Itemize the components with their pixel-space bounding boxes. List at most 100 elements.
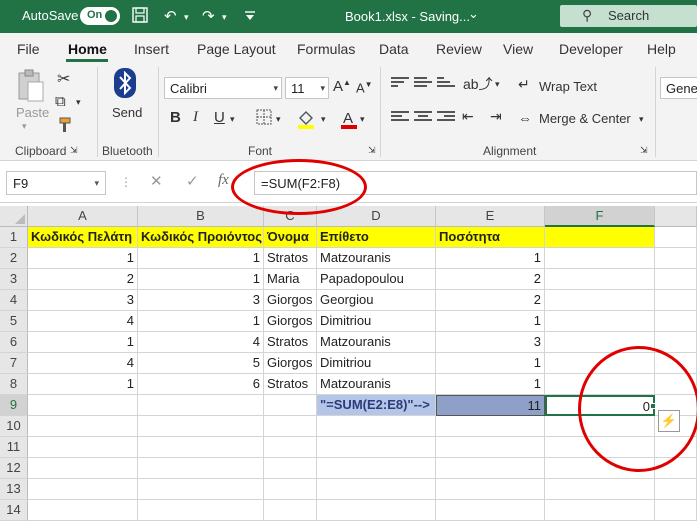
paste-icon[interactable]	[16, 69, 46, 106]
cell-b3[interactable]: 1	[138, 269, 264, 290]
cell-b8[interactable]: 6	[138, 374, 264, 395]
cell-c2[interactable]: Stratos	[264, 248, 317, 269]
merge-dropdown-icon[interactable]: ▾	[639, 114, 644, 125]
cell-d11[interactable]	[317, 437, 436, 458]
cell-g13[interactable]	[655, 479, 697, 500]
cell-g14[interactable]	[655, 500, 697, 521]
wrap-text-icon[interactable]: ↵	[518, 76, 530, 93]
cell-a13[interactable]	[28, 479, 138, 500]
undo-icon[interactable]: ↶	[164, 7, 177, 25]
cell-c13[interactable]	[264, 479, 317, 500]
font-color-dropdown-icon[interactable]: ▾	[360, 114, 365, 125]
row-header-12[interactable]: 12	[0, 458, 28, 479]
italic-button[interactable]: I	[193, 109, 198, 126]
cell-f13[interactable]	[545, 479, 655, 500]
column-header-f[interactable]: F	[545, 206, 655, 227]
copy-icon[interactable]: ⧉	[55, 93, 66, 110]
cell-e12[interactable]	[436, 458, 545, 479]
cell-c7[interactable]: Giorgos	[264, 353, 317, 374]
cell-b2[interactable]: 1	[138, 248, 264, 269]
wrap-text-button[interactable]: Wrap Text	[539, 79, 597, 94]
row-header-8[interactable]: 8	[0, 374, 28, 395]
cell-b6[interactable]: 4	[138, 332, 264, 353]
cell-a9[interactable]	[28, 395, 138, 416]
cell-e6[interactable]: 3	[436, 332, 545, 353]
paste-dropdown-icon[interactable]: ▾	[22, 121, 27, 132]
enter-icon[interactable]: ✓	[186, 172, 199, 190]
cell-c4[interactable]: Giorgos	[264, 290, 317, 311]
clipboard-launcher-icon[interactable]: ⇲	[70, 145, 78, 156]
cell-d4[interactable]: Georgiou	[317, 290, 436, 311]
cell-f5[interactable]	[545, 311, 655, 332]
cell-b4[interactable]: 3	[138, 290, 264, 311]
cut-icon[interactable]: ✂	[57, 69, 70, 89]
orientation-icon[interactable]: ab⤴	[463, 74, 493, 94]
row-header-9[interactable]: 9	[0, 395, 28, 416]
cell-c11[interactable]	[264, 437, 317, 458]
tab-home[interactable]: Home	[68, 41, 107, 57]
row-header-11[interactable]: 11	[0, 437, 28, 458]
insert-function-icon[interactable]: fx	[218, 172, 229, 189]
row-header-10[interactable]: 10	[0, 416, 28, 437]
cell-b5[interactable]: 1	[138, 311, 264, 332]
tab-review[interactable]: Review	[436, 41, 482, 57]
cancel-icon[interactable]: ✕	[150, 172, 163, 190]
cell-c8[interactable]: Stratos	[264, 374, 317, 395]
top-align-icon[interactable]	[391, 77, 409, 91]
splitter-icon[interactable]: ⋮	[120, 175, 132, 189]
row-header-13[interactable]: 13	[0, 479, 28, 500]
cell-a5[interactable]: 4	[28, 311, 138, 332]
cell-b10[interactable]	[138, 416, 264, 437]
cell-d7[interactable]: Dimitriou	[317, 353, 436, 374]
font-color-icon[interactable]: A	[340, 109, 358, 133]
cell-c10[interactable]	[264, 416, 317, 437]
cell-d13[interactable]	[317, 479, 436, 500]
cell-b7[interactable]: 5	[138, 353, 264, 374]
orientation-dropdown-icon[interactable]: ▾	[495, 79, 500, 90]
number-format-select[interactable]: Gener	[660, 77, 697, 99]
cell-d9[interactable]: "=SUM(E2:E8)"-->	[317, 395, 436, 416]
underline-dropdown-icon[interactable]: ▾	[230, 114, 235, 125]
cell-g1[interactable]	[655, 227, 697, 248]
select-all-corner[interactable]	[0, 206, 28, 227]
cell-e4[interactable]: 2	[436, 290, 545, 311]
bluetooth-icon[interactable]	[114, 68, 136, 101]
row-header-6[interactable]: 6	[0, 332, 28, 353]
name-box[interactable]: F9 ▾	[6, 171, 106, 195]
cell-c14[interactable]	[264, 500, 317, 521]
row-header-3[interactable]: 3	[0, 269, 28, 290]
save-icon[interactable]	[132, 7, 148, 27]
undo-dropdown-icon[interactable]: ▾	[184, 12, 189, 23]
cell-d10[interactable]	[317, 416, 436, 437]
borders-dropdown-icon[interactable]: ▾	[276, 114, 281, 125]
paste-label[interactable]: Paste	[16, 105, 49, 120]
decrease-indent-icon[interactable]: ⇤	[462, 108, 474, 125]
cell-e11[interactable]	[436, 437, 545, 458]
alignment-launcher-icon[interactable]: ⇲	[640, 145, 648, 156]
redo-dropdown-icon[interactable]: ▾	[222, 12, 227, 23]
chevron-down-icon[interactable]: ⌄	[468, 6, 479, 22]
cell-e13[interactable]	[436, 479, 545, 500]
font-launcher-icon[interactable]: ⇲	[368, 145, 376, 156]
cell-b9[interactable]	[138, 395, 264, 416]
search-box[interactable]: ⚲ Search	[560, 5, 697, 27]
tab-file[interactable]: File	[17, 41, 40, 57]
merge-center-icon[interactable]: ⇔	[518, 110, 532, 126]
column-header-e[interactable]: E	[436, 206, 545, 227]
merge-center-button[interactable]: Merge & Center	[539, 111, 631, 126]
cell-d2[interactable]: Matzouranis	[317, 248, 436, 269]
cell-f14[interactable]	[545, 500, 655, 521]
tab-data[interactable]: Data	[379, 41, 409, 57]
cell-e1[interactable]: Ποσότητα	[436, 227, 545, 248]
column-header-a[interactable]: A	[28, 206, 138, 227]
align-left-icon[interactable]	[391, 111, 409, 125]
row-header-2[interactable]: 2	[0, 248, 28, 269]
cell-g5[interactable]	[655, 311, 697, 332]
customize-toolbar-icon[interactable]	[244, 9, 256, 26]
cell-a4[interactable]: 3	[28, 290, 138, 311]
cell-d3[interactable]: Papadopoulou	[317, 269, 436, 290]
cell-e10[interactable]	[436, 416, 545, 437]
cell-c6[interactable]: Stratos	[264, 332, 317, 353]
align-right-icon[interactable]	[437, 111, 455, 125]
tab-formulas[interactable]: Formulas	[297, 41, 355, 57]
